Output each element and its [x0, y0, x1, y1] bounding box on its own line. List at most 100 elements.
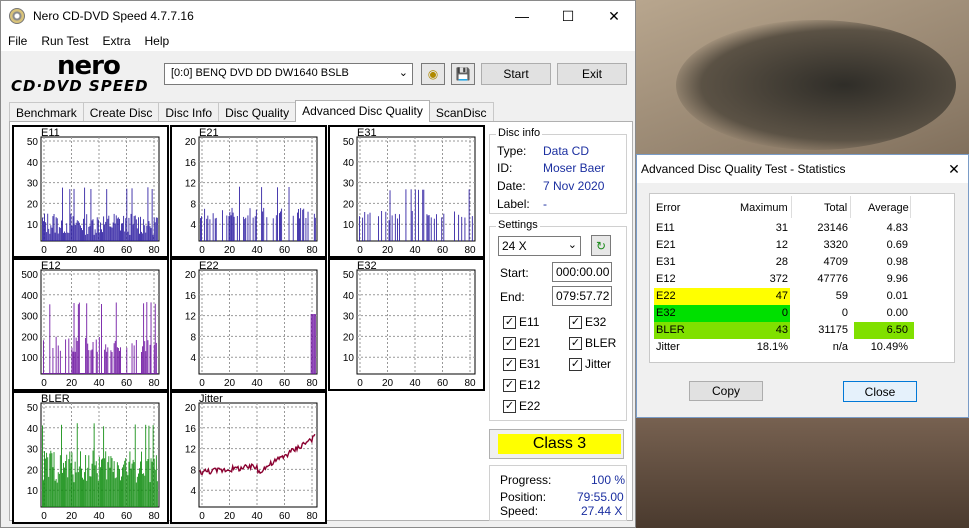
exit-button[interactable]: Exit	[557, 63, 627, 85]
data-bar	[45, 222, 47, 241]
checkbox-e11[interactable]: ✓ E11	[503, 315, 539, 329]
close-button[interactable]: ✕	[591, 1, 637, 31]
data-bar	[129, 234, 131, 241]
data-bar	[42, 217, 43, 241]
tab-scandisc[interactable]: ScanDisc	[428, 102, 494, 122]
speed-select[interactable]: 24 X ⌄	[498, 236, 581, 256]
data-bar	[261, 187, 263, 241]
checkbox-e31[interactable]: ✓ E31	[503, 357, 540, 371]
data-bar	[105, 344, 107, 374]
cell-average: 0.01	[886, 290, 908, 302]
y-tick-label: 20	[343, 332, 355, 343]
data-bar	[297, 212, 298, 241]
cell-total: 23146	[817, 222, 848, 234]
y-tick-label: 400	[21, 291, 38, 302]
data-bar	[47, 373, 49, 374]
refresh-button[interactable]: ↻	[591, 235, 611, 256]
data-bar	[125, 458, 127, 507]
menu-run-test[interactable]: Run Test	[34, 34, 95, 48]
data-bar	[130, 468, 132, 507]
data-bar	[56, 218, 58, 241]
title-bar[interactable]: Nero CD-DVD Speed 4.7.7.16 — ☐ ✕	[1, 1, 635, 31]
data-bar	[127, 475, 129, 507]
data-bar	[89, 373, 91, 374]
data-bar	[148, 373, 150, 374]
eject-button[interactable]: ◉	[421, 63, 445, 85]
maximize-button[interactable]: ☐	[545, 1, 591, 31]
x-tick-label: 0	[199, 245, 205, 256]
data-bar	[307, 211, 309, 241]
tab-disc-info[interactable]: Disc Info	[158, 102, 220, 122]
data-bar	[288, 187, 290, 241]
menu-file[interactable]: File	[1, 34, 34, 48]
speed-value: 27.44 X	[581, 504, 623, 518]
data-bar	[55, 336, 57, 374]
end-time-field[interactable]: 079:57.72	[552, 286, 612, 306]
data-bar	[125, 373, 127, 374]
x-tick-label: 80	[148, 511, 160, 522]
checkbox-e12[interactable]: ✓ E12	[503, 378, 540, 392]
cell-total: 0	[841, 307, 848, 319]
checkbox-bler[interactable]: ✓ BLER	[569, 336, 616, 350]
menu-help[interactable]: Help	[138, 34, 177, 48]
data-bar	[89, 225, 91, 241]
data-bar	[303, 208, 305, 241]
data-bar	[314, 217, 316, 241]
data-bar	[51, 373, 53, 374]
data-bar	[72, 351, 74, 374]
start-time-field[interactable]: 000:00.00	[552, 262, 612, 282]
disc-swap-icon: ◉	[427, 67, 439, 81]
data-bar	[54, 232, 56, 241]
data-bar	[233, 216, 235, 241]
stats-close-x-button[interactable]: ✕	[939, 155, 969, 183]
data-bar	[249, 208, 251, 241]
data-bar	[58, 473, 60, 507]
drive-select[interactable]: [0:0] BENQ DVD DD DW1640 BSLB ⌄	[164, 63, 413, 85]
data-bar	[53, 452, 55, 507]
data-bar	[399, 214, 400, 241]
start-button[interactable]: Start	[481, 63, 551, 85]
cell-error: E21	[656, 239, 676, 251]
data-bar	[95, 339, 97, 374]
checkbox-jitter[interactable]: ✓ Jitter	[569, 357, 611, 371]
copy-button[interactable]: Copy	[689, 381, 763, 401]
data-bar	[131, 188, 133, 241]
data-bar	[122, 467, 123, 507]
data-bar	[66, 223, 68, 241]
checkbox-e32[interactable]: ✓ E32	[569, 315, 606, 329]
data-bar	[133, 216, 135, 241]
x-tick-label: 20	[224, 378, 236, 389]
data-bar	[101, 229, 102, 241]
data-bar	[120, 347, 121, 374]
cell-total: n/a	[832, 341, 848, 353]
data-bar	[362, 217, 364, 241]
menu-extra[interactable]: Extra	[95, 34, 137, 48]
data-bar	[104, 458, 106, 507]
x-tick-label: 0	[357, 245, 363, 256]
data-bar	[147, 340, 149, 374]
x-tick-label: 40	[251, 378, 263, 389]
tab-advanced-disc-quality[interactable]: Advanced Disc Quality	[295, 100, 430, 122]
checkbox-e21[interactable]: ✓ E21	[503, 336, 540, 350]
data-bar	[243, 216, 245, 241]
data-bar	[369, 212, 371, 241]
data-bar	[152, 373, 154, 374]
save-button[interactable]: 💾	[451, 63, 475, 85]
data-bar	[155, 217, 157, 241]
data-bar	[140, 373, 141, 374]
stats-title-bar[interactable]: Advanced Disc Quality Test - Statistics …	[637, 155, 968, 183]
data-bar	[126, 471, 128, 507]
checkbox-e22[interactable]: ✓ E22	[503, 399, 540, 413]
data-bar	[150, 302, 152, 374]
data-bar	[146, 225, 148, 241]
data-bar	[59, 350, 61, 374]
data-bar	[132, 459, 134, 507]
data-bar	[89, 476, 91, 507]
close-dialog-button[interactable]: Close	[843, 381, 917, 402]
tab-create-disc[interactable]: Create Disc	[82, 102, 160, 122]
disc-info-legend: Disc info	[496, 127, 543, 139]
tab-benchmark[interactable]: Benchmark	[9, 102, 84, 122]
data-bar	[228, 216, 230, 241]
minimize-button[interactable]: —	[499, 1, 545, 31]
tab-disc-quality[interactable]: Disc Quality	[218, 102, 297, 122]
